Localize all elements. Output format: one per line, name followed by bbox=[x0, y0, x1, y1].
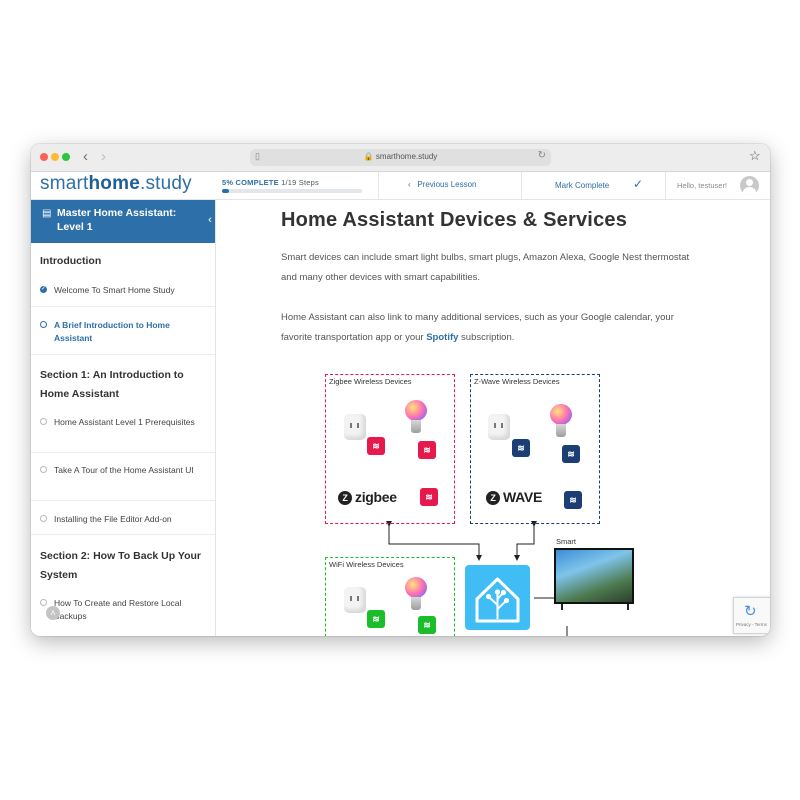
home-assistant-logo bbox=[465, 565, 530, 630]
wifi-icon: ≋ bbox=[512, 439, 530, 457]
wifi-icon: ≋ bbox=[418, 441, 436, 459]
smart-plug-icon bbox=[344, 587, 366, 613]
wifi-icon: ≋ bbox=[564, 491, 582, 509]
smart-bulb-icon bbox=[405, 577, 427, 614]
recaptcha-icon: ↻ bbox=[744, 603, 757, 620]
zwave-connector bbox=[514, 521, 537, 561]
wifi-icon: ≋ bbox=[418, 616, 436, 634]
tv-stand bbox=[627, 604, 629, 610]
wifi-box-label: WiFi Wireless Devices bbox=[329, 560, 404, 569]
zigbee-z-icon: Z bbox=[338, 491, 352, 506]
smart-bulb-icon bbox=[550, 404, 572, 441]
smart-plug-icon bbox=[344, 414, 366, 440]
zwave-logo: Z WAVE bbox=[486, 489, 542, 506]
recaptcha-links[interactable]: Privacy - Terms bbox=[736, 622, 767, 627]
zigbee-logo-text: zigbee bbox=[355, 489, 397, 505]
zwave-z-icon: Z bbox=[486, 491, 500, 506]
home-assistant-house-icon bbox=[475, 577, 520, 623]
tv-stand bbox=[561, 604, 563, 610]
zwave-logo-text: WAVE bbox=[503, 489, 542, 505]
zigbee-connector bbox=[386, 521, 482, 561]
wifi-icon: ≋ bbox=[367, 437, 385, 455]
recaptcha-badge[interactable]: ↻ Privacy - Terms bbox=[733, 597, 770, 634]
zwave-box-label: Z-Wave Wireless Devices bbox=[474, 377, 560, 386]
smart-bulb-icon bbox=[405, 400, 427, 437]
wifi-icon: ≋ bbox=[367, 610, 385, 628]
smart-tv-icon bbox=[554, 548, 634, 604]
wifi-icon: ≋ bbox=[562, 445, 580, 463]
zigbee-logo: Zzigbee bbox=[338, 489, 397, 506]
smart-plug-icon bbox=[488, 414, 510, 440]
browser-window: ‹ › ▯ 🔒 smarthome.study ↻ ☆ smarthome.st… bbox=[31, 144, 770, 636]
devices-diagram: Zigbee Wireless Devices ≋ ≋ Zzigbee ≋ Z-… bbox=[31, 144, 634, 636]
wifi-icon: ≋ bbox=[420, 488, 438, 506]
zigbee-box-label: Zigbee Wireless Devices bbox=[329, 377, 412, 386]
